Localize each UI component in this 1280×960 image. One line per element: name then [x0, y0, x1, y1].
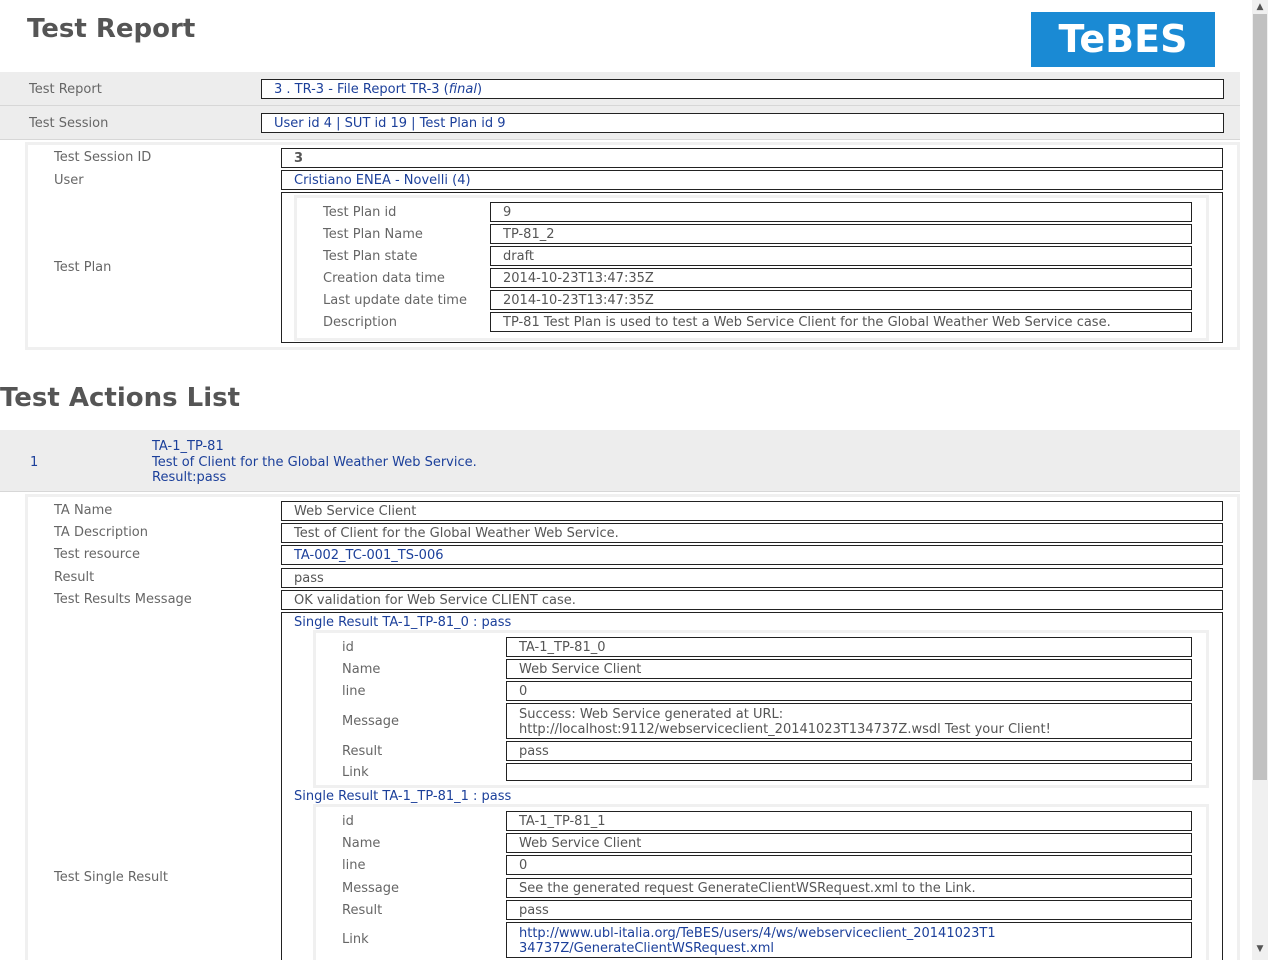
sr0-link-value[interactable] [506, 763, 1192, 781]
test-plan-field-value: 9 [490, 202, 1192, 222]
test-plan-field-value: draft [490, 246, 1192, 266]
test-session-label: Test Session [29, 116, 109, 131]
ta-field-value: Web Service Client [281, 501, 1223, 521]
scrollbar-thumb[interactable] [1253, 14, 1267, 780]
sr1-result-label: Result [342, 903, 383, 918]
ta-field-label: Test resource [54, 547, 140, 562]
test-report-label: Test Report [29, 82, 102, 97]
test-plan-field-label: Last update date time [323, 293, 467, 308]
sr0-line-value: 0 [506, 681, 1192, 701]
test-plan-field-value: 2014-10-23T13:47:35Z [490, 268, 1192, 288]
sr0-message-value: Success: Web Service generated at URL: h… [506, 703, 1192, 739]
sr1-result-value: pass [506, 900, 1192, 920]
test-plan-field-label: Test Plan state [323, 249, 418, 264]
ta-field-label: TA Name [54, 503, 113, 518]
sr1-message-value: See the generated request GenerateClient… [506, 878, 1192, 898]
ta-field-label: Result [54, 570, 95, 585]
test-single-result-label: Test Single Result [54, 870, 168, 885]
test-action-result: Result:pass [152, 470, 227, 485]
sr1-line-label: line [342, 858, 366, 873]
test-action-description: Test of Client for the Global Weather We… [152, 455, 477, 470]
sr1-line-value: 0 [506, 855, 1192, 875]
test-report-text: 3 . TR-3 - File Report TR-3 ( [274, 81, 449, 97]
page-title: Test Report [27, 14, 196, 44]
sr1-message-label: Message [342, 881, 399, 896]
ta-field-value: pass [281, 568, 1223, 588]
test-action-number: 1 [30, 455, 39, 470]
sr0-message-line2: http://localhost:9112/webserviceclient_2… [519, 722, 1051, 737]
user-value[interactable]: Cristiano ENEA - Novelli (4) [281, 170, 1223, 190]
tebes-logo: TeBES [1031, 12, 1215, 67]
test-resource-link[interactable]: TA-002_TC-001_TS-006 [281, 545, 1223, 565]
test-plan-label: Test Plan [54, 260, 112, 275]
sr0-id-label: id [342, 640, 354, 655]
sr1-id-label: id [342, 814, 354, 829]
user-label: User [54, 173, 84, 188]
test-actions-title: Test Actions List [0, 383, 241, 413]
test-plan-field-label: Test Plan Name [323, 227, 423, 242]
test-session-value[interactable]: User id 4 | SUT id 19 | Test Plan id 9 [261, 113, 1224, 133]
test-report-close: ) [476, 81, 483, 97]
test-plan-field-value: TP-81 Test Plan is used to test a Web Se… [490, 312, 1192, 332]
ta-field-value: Test of Client for the Global Weather We… [281, 523, 1223, 543]
sr1-id-value: TA-1_TP-81_1 [506, 811, 1192, 831]
test-plan-field-label: Test Plan id [323, 205, 397, 220]
single-result-1-title[interactable]: Single Result TA-1_TP-81_1 : pass [294, 789, 511, 804]
sr1-link-line2: 34737Z/GenerateClientWSRequest.xml [519, 941, 775, 956]
session-id-value: 3 [281, 148, 1223, 168]
sr0-message-line1: Success: Web Service generated at URL: [519, 707, 784, 722]
sr1-link-value[interactable]: http://www.ubl-italia.org/TeBES/users/4/… [506, 922, 1192, 958]
ta-field-label: TA Description [54, 525, 148, 540]
session-id-label: Test Session ID [54, 150, 152, 165]
test-plan-field-label: Creation data time [323, 271, 445, 286]
test-plan-field-label: Description [323, 315, 398, 330]
window-edge [1268, 0, 1280, 960]
test-plan-field-value: 2014-10-23T13:47:35Z [490, 290, 1192, 310]
scroll-down-arrow-icon[interactable]: ▼ [1252, 944, 1268, 954]
sr1-name-value: Web Service Client [506, 833, 1192, 853]
sr1-link-line1: http://www.ubl-italia.org/TeBES/users/4/… [519, 926, 996, 941]
test-report-value[interactable]: 3 . TR-3 - File Report TR-3 (final) [261, 79, 1224, 99]
sr1-link-label: Link [342, 932, 369, 947]
test-plan-field-value: TP-81_2 [490, 224, 1192, 244]
sr0-id-value: TA-1_TP-81_0 [506, 637, 1192, 657]
test-action-id: TA-1_TP-81 [152, 439, 224, 454]
sr0-name-label: Name [342, 662, 381, 677]
single-result-0-title[interactable]: Single Result TA-1_TP-81_0 : pass [294, 615, 511, 630]
scroll-up-arrow-icon[interactable]: ▲ [1252, 2, 1268, 12]
sr0-result-value: pass [506, 741, 1192, 761]
sr0-name-value: Web Service Client [506, 659, 1192, 679]
ta-field-value: OK validation for Web Service CLIENT cas… [281, 590, 1223, 610]
sr0-link-label: Link [342, 765, 369, 780]
sr1-name-label: Name [342, 836, 381, 851]
sr0-result-label: Result [342, 744, 383, 759]
ta-field-label: Test Results Message [54, 592, 192, 607]
test-report-state: final [448, 81, 477, 97]
sr0-message-label: Message [342, 714, 399, 729]
sr0-line-label: line [342, 684, 366, 699]
